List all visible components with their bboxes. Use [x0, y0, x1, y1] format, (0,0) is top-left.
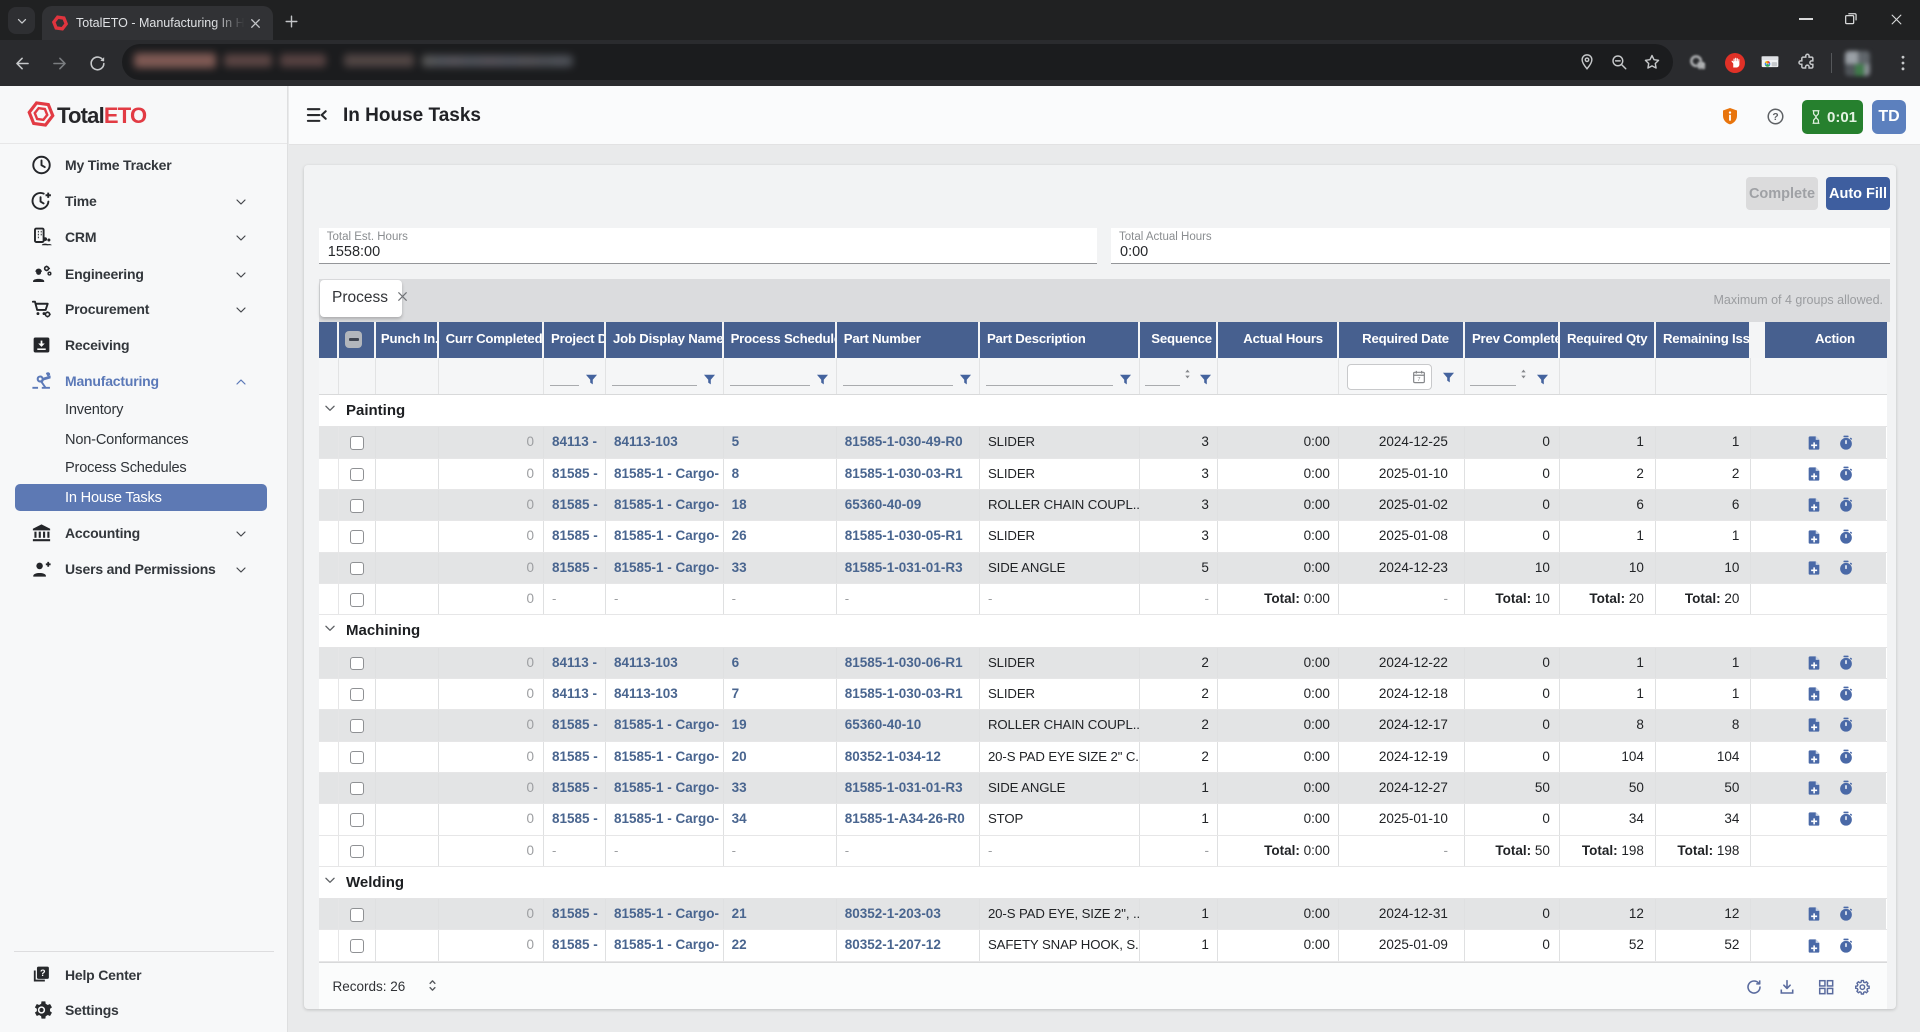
svg-text:D: D	[1699, 63, 1704, 70]
svg-text:7: 7	[1417, 377, 1420, 383]
svg-text:?: ?	[40, 968, 46, 978]
svg-text:?: ?	[1772, 112, 1778, 123]
